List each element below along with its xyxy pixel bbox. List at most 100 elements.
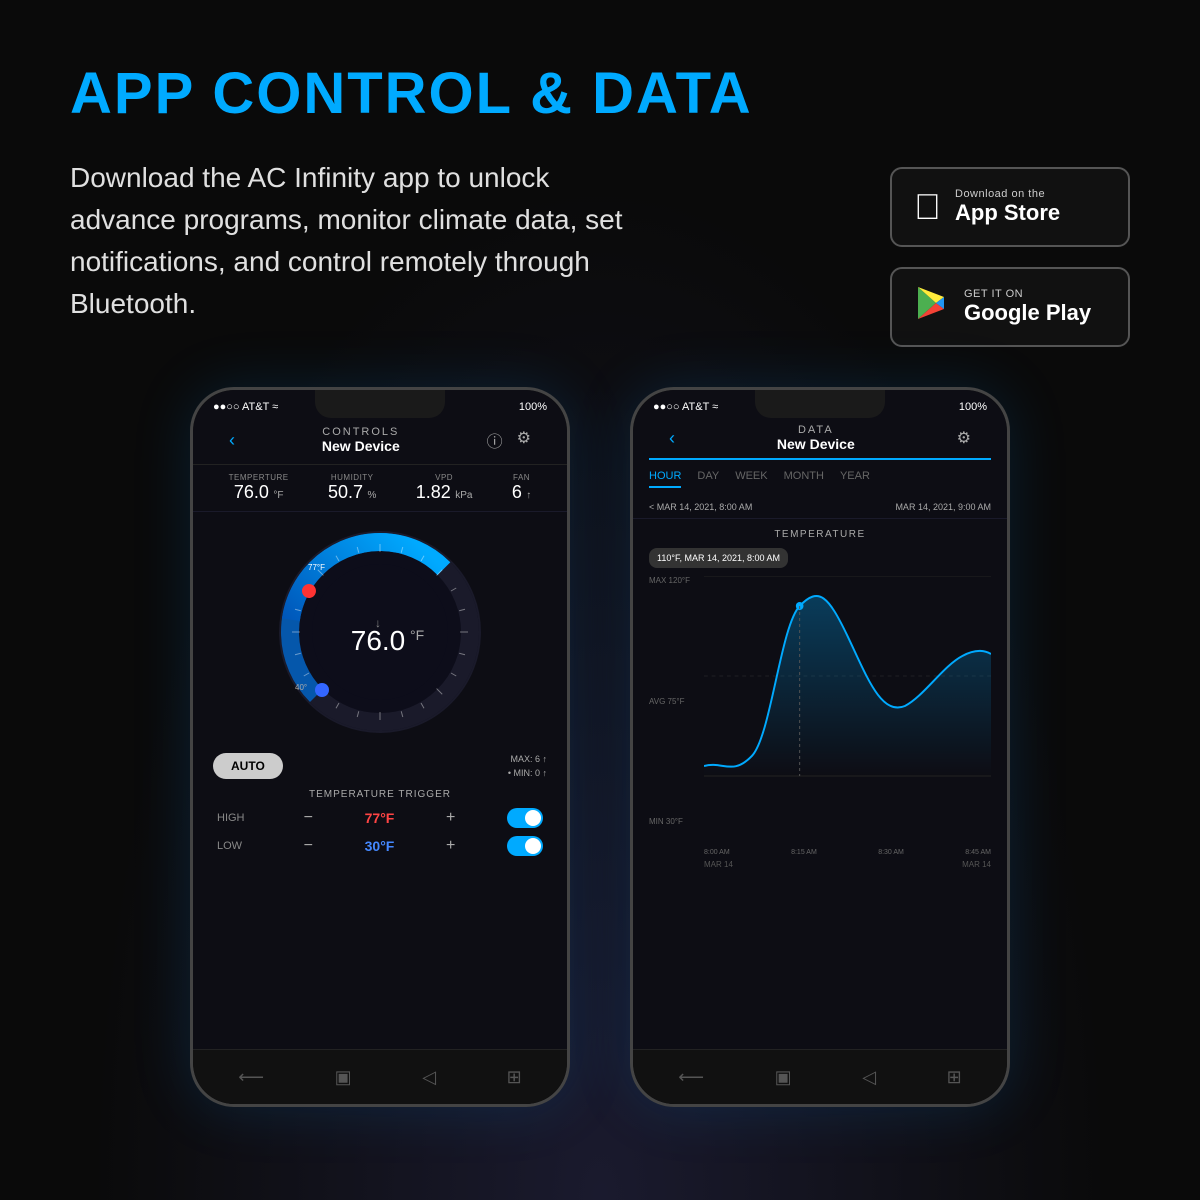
high-plus[interactable]: +: [446, 809, 455, 827]
humidity-value-row: 50.7 %: [328, 482, 376, 503]
tab-day[interactable]: DAY: [697, 470, 719, 488]
data-status-right: 100%: [959, 401, 987, 413]
temperature-chart: [704, 576, 991, 826]
stats-row: TEMPERTURE 76.0 °F HUMIDITY 50.7 %: [193, 465, 567, 512]
data-device-name: New Device: [777, 436, 855, 452]
high-value: 77°F: [365, 810, 395, 826]
temperature-stat: TEMPERTURE 76.0 °F: [229, 473, 289, 503]
apple-store-text: Download on the App Store: [955, 188, 1060, 226]
settings-icon[interactable]: ⚙: [517, 428, 531, 452]
temp-value: 76.0: [234, 482, 269, 502]
data-nav: ‹ DATA New Device ⚙: [649, 422, 991, 460]
vpd-value-row: 1.82 kPa: [416, 482, 473, 503]
svg-text:°F: °F: [410, 627, 424, 643]
data-back-button[interactable]: ‹: [669, 428, 675, 449]
controls-status-bar: ●●○○ AT&T ≈ 4:48PM 100%: [193, 390, 567, 418]
max-fan: MAX: 6 ↑: [508, 752, 547, 766]
high-toggle[interactable]: [507, 808, 543, 828]
humidity-stat: HUMIDITY 50.7 %: [328, 473, 376, 503]
google-play-large: Google Play: [964, 300, 1091, 326]
temperature-dial[interactable]: ↓ 76.0 °F 77°F 40°: [270, 522, 490, 742]
high-minus[interactable]: −: [304, 809, 313, 827]
svg-text:40°: 40°: [295, 683, 307, 692]
controls-status-left: ●●○○ AT&T ≈: [213, 401, 278, 413]
phones-section: ●●○○ AT&T ≈ 4:48PM 100% ‹ CONTROLS New D…: [70, 387, 1130, 1107]
controls-nav: ‹ CONTROLS New Device ⓘ ⚙: [209, 422, 551, 458]
data-header: ‹ DATA New Device ⚙: [633, 418, 1007, 462]
back-button[interactable]: ‹: [229, 430, 235, 451]
top-section: Download the AC Infinity app to unlock a…: [70, 157, 1130, 347]
vpd-unit: kPa: [455, 490, 472, 501]
chart-date-end: MAR 14: [962, 860, 991, 869]
date-row: < MAR 14, 2021, 8:00 AM MAR 14, 2021, 9:…: [633, 496, 1007, 519]
min-fan: • MIN: 0 ↑: [508, 766, 547, 780]
controls-screen-title: CONTROLS: [322, 426, 400, 438]
data-titles: DATA New Device: [777, 424, 855, 452]
tab-year[interactable]: YEAR: [840, 470, 870, 488]
chart-tooltip: 110°F, MAR 14, 2021, 8:00 AM: [649, 548, 788, 568]
low-value: 30°F: [365, 838, 395, 854]
data-nav-menu[interactable]: ▣: [775, 1067, 792, 1088]
controls-screen: ●●○○ AT&T ≈ 4:48PM 100% ‹ CONTROLS New D…: [193, 390, 567, 1104]
data-screen: ●●○○ AT&T ≈ 4:48PM 100% ‹ DATA New Devic…: [633, 390, 1007, 1104]
info-icon[interactable]: ⓘ: [487, 428, 503, 452]
svg-text:77°F: 77°F: [308, 563, 325, 572]
controls-bottom: AUTO MAX: 6 ↑ • MIN: 0 ↑ TEMPERATURE TRI…: [193, 748, 567, 868]
fan-label: FAN: [512, 473, 531, 482]
time-tabs: HOUR DAY WEEK MONTH YEAR: [649, 470, 991, 488]
low-trigger-row: LOW − 30°F +: [213, 836, 547, 856]
controls-header: ‹ CONTROLS New Device ⓘ ⚙: [193, 418, 567, 465]
low-minus[interactable]: −: [304, 837, 313, 855]
date-start: < MAR 14, 2021, 8:00 AM: [649, 502, 752, 512]
temp-value-row: 76.0 °F: [229, 482, 289, 503]
nav-menu-icon[interactable]: ▣: [335, 1067, 352, 1088]
google-play-button[interactable]: GET IT ON Google Play: [890, 267, 1130, 347]
auto-row: AUTO MAX: 6 ↑ • MIN: 0 ↑: [213, 752, 547, 781]
fan-value: 6: [512, 482, 522, 502]
controls-nav-icons: ⓘ ⚙: [487, 428, 531, 452]
fan-unit: ↑: [526, 490, 531, 501]
data-nav-home[interactable]: ⟵: [678, 1067, 704, 1088]
data-status-bar: ●●○○ AT&T ≈ 4:48PM 100%: [633, 390, 1007, 418]
x-label-2: 8:15 AM: [791, 849, 817, 856]
x-label-4: 8:45 AM: [965, 849, 991, 856]
high-label: HIGH: [217, 812, 252, 824]
controls-device-name: New Device: [322, 438, 400, 454]
chart-section: TEMPERATURE 110°F, MAR 14, 2021, 8:00 AM…: [633, 519, 1007, 879]
low-plus[interactable]: +: [446, 837, 455, 855]
tab-week[interactable]: WEEK: [735, 470, 767, 488]
data-nav-back[interactable]: ◁: [862, 1067, 876, 1088]
controls-status-time: 4:48PM: [378, 400, 420, 414]
data-settings-icon[interactable]: ⚙: [957, 428, 971, 448]
vpd-value: 1.82: [416, 482, 451, 502]
nav-home-icon[interactable]: ⟵: [238, 1067, 264, 1088]
data-status-time: 4:48PM: [818, 400, 860, 414]
fan-stat: FAN 6 ↑: [512, 473, 531, 503]
chart-svg-area: [704, 576, 991, 826]
tab-month[interactable]: MONTH: [784, 470, 824, 488]
apple-store-small: Download on the: [955, 188, 1060, 200]
apple-store-large: App Store: [955, 200, 1060, 226]
apple-store-button[interactable]:  Download on the App Store: [890, 167, 1130, 247]
dial-container: ↓ 76.0 °F 77°F 40°: [193, 512, 567, 748]
low-label: LOW: [217, 840, 252, 852]
y-label-max: MAX 120°F: [649, 576, 690, 585]
auto-button[interactable]: AUTO: [213, 753, 283, 779]
data-phone: ●●○○ AT&T ≈ 4:48PM 100% ‹ DATA New Devic…: [630, 387, 1010, 1107]
tab-hour[interactable]: HOUR: [649, 470, 681, 488]
temp-unit: °F: [273, 490, 283, 501]
svg-text:76.0: 76.0: [351, 625, 406, 656]
humidity-value: 50.7: [328, 482, 363, 502]
google-play-icon: [914, 285, 950, 330]
data-nav-apps[interactable]: ⊞: [947, 1067, 962, 1088]
nav-back-icon[interactable]: ◁: [422, 1067, 436, 1088]
low-toggle[interactable]: [507, 836, 543, 856]
x-label-3: 8:30 AM: [878, 849, 904, 856]
nav-apps-icon[interactable]: ⊞: [507, 1067, 522, 1088]
data-status-left: ●●○○ AT&T ≈: [653, 401, 718, 413]
vpd-stat: VPD 1.82 kPa: [416, 473, 473, 503]
store-buttons:  Download on the App Store G: [890, 167, 1130, 347]
date-end: MAR 14, 2021, 9:00 AM: [895, 502, 991, 512]
chart-area: MAX 120°F AVG 75°F MIN 30°F: [649, 576, 991, 856]
data-screen-title: DATA: [777, 424, 855, 436]
